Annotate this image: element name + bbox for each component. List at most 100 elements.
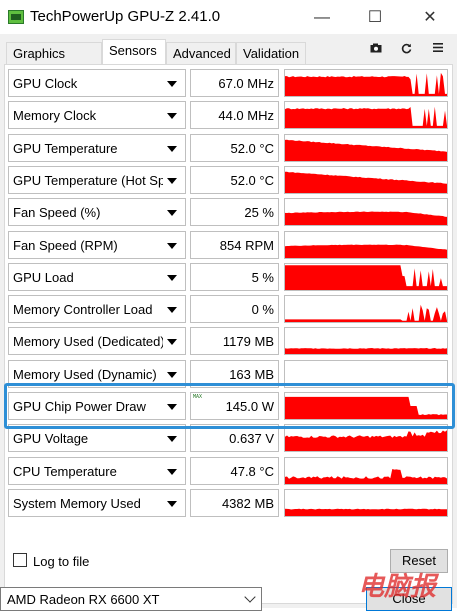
sensor-value: 0 %	[251, 302, 274, 317]
sensor-value-box: 52.0 °C	[190, 166, 279, 194]
sensor-name-dropdown[interactable]: GPU Temperature	[8, 134, 186, 162]
tab-advanced[interactable]: Advanced	[166, 42, 236, 64]
sensor-name-dropdown[interactable]: System Memory Used	[8, 489, 186, 517]
dropdown-arrow-icon	[167, 501, 177, 507]
sensor-row: Fan Speed (%) 25 %	[8, 198, 448, 226]
sensor-graph-area	[285, 304, 447, 322]
sensor-graph-svg	[285, 244, 447, 258]
sensor-value-box: 25 %	[190, 198, 279, 226]
sensor-name: GPU Temperature (Hot Spot)	[13, 173, 163, 188]
sensor-graph-svg	[285, 508, 447, 516]
sensor-value-box: 1179 MB	[190, 327, 279, 355]
sensor-name-dropdown[interactable]: Fan Speed (RPM)	[8, 231, 186, 259]
sensor-value-box: 5 %	[190, 263, 279, 291]
dropdown-arrow-icon	[167, 469, 177, 475]
sensor-graph	[284, 101, 448, 129]
sensor-name-dropdown[interactable]: Memory Controller Load	[8, 295, 186, 323]
minimize-button[interactable]: —	[302, 6, 342, 30]
sensor-row: GPU Load 5 %	[8, 263, 448, 291]
sensor-value: 0.637 V	[229, 431, 274, 446]
sensor-name: GPU Load	[13, 270, 74, 285]
menu-icon[interactable]	[428, 43, 448, 59]
sensor-value: 4382 MB	[221, 496, 274, 511]
sensor-graph-area	[285, 106, 447, 128]
sensor-graph-svg	[285, 139, 447, 161]
sensor-graph-area	[285, 171, 447, 193]
dropdown-arrow-icon	[167, 81, 177, 87]
sensor-graph-svg	[285, 211, 447, 225]
sensor-name-dropdown[interactable]: GPU Load	[8, 263, 186, 291]
sensor-name: Memory Used (Dedicated)	[13, 334, 163, 349]
sensor-graph	[284, 263, 448, 291]
sensor-graph	[284, 134, 448, 162]
sensor-graph-area	[285, 211, 447, 225]
tab-graphics-card[interactable]: Graphics Card	[6, 42, 102, 83]
sensor-graph-area	[285, 72, 447, 96]
sensor-name-dropdown[interactable]: Memory Used (Dedicated)	[8, 327, 186, 355]
sensor-value-box: 67.0 MHz	[190, 69, 279, 97]
sensor-value: 47.8 °C	[230, 464, 274, 479]
sensor-name-dropdown[interactable]: GPU Temperature (Hot Spot)	[8, 166, 186, 194]
sensor-name: Memory Controller Load	[13, 302, 153, 317]
maximize-button[interactable]: ☐	[355, 6, 395, 30]
dropdown-arrow-icon	[167, 113, 177, 119]
dropdown-arrow-icon	[167, 275, 177, 281]
dropdown-arrow-icon	[167, 436, 177, 442]
sensor-name: System Memory Used	[13, 496, 141, 511]
sensor-name: GPU Voltage	[13, 431, 89, 446]
sensor-graph	[284, 69, 448, 97]
sensor-value-box: 47.8 °C	[190, 457, 279, 485]
dropdown-arrow-icon	[167, 178, 177, 184]
sensor-name: GPU Temperature	[13, 141, 118, 156]
sensor-name-dropdown[interactable]: Memory Clock	[8, 101, 186, 129]
sensor-row: Memory Used (Dedicated) 1179 MB	[8, 327, 448, 355]
dropdown-arrow-icon	[167, 339, 177, 345]
log-to-file-label: Log to file	[33, 554, 90, 569]
sensor-name: CPU Temperature	[13, 464, 117, 479]
sensor-graph-area	[285, 508, 447, 516]
sensor-name-dropdown[interactable]: CPU Temperature	[8, 457, 186, 485]
sensor-graph-svg	[285, 265, 447, 290]
sensor-row: GPU Temperature 52.0 °C	[8, 134, 448, 162]
sensor-row: System Memory Used 4382 MB	[8, 489, 448, 517]
sensor-name: Memory Clock	[13, 108, 97, 123]
sensor-value: 25 %	[244, 205, 274, 220]
sensor-graph	[284, 327, 448, 355]
sensor-graph	[284, 198, 448, 226]
sensor-value-box: 854 RPM	[190, 231, 279, 259]
camera-icon[interactable]	[366, 43, 386, 59]
sensor-value: 44.0 MHz	[218, 108, 274, 123]
sensor-graph-area	[285, 469, 447, 484]
sensor-name-dropdown[interactable]: GPU Clock	[8, 69, 186, 97]
sensor-graph	[284, 489, 448, 517]
sensor-graph	[284, 457, 448, 485]
sensor-row: CPU Temperature 47.8 °C	[8, 457, 448, 485]
sensor-value-box: 0 %	[190, 295, 279, 323]
sensor-name-dropdown[interactable]: Fan Speed (%)	[8, 198, 186, 226]
sensor-graph	[284, 231, 448, 259]
tab-sensors[interactable]: Sensors	[102, 39, 166, 65]
sensor-graph-svg	[285, 171, 447, 193]
device-select[interactable]: AMD Radeon RX 6600 XT	[0, 587, 262, 611]
log-to-file-checkbox[interactable]	[13, 553, 27, 567]
tab-validation[interactable]: Validation	[236, 42, 306, 64]
dropdown-arrow-icon	[167, 372, 177, 378]
sensor-graph-svg	[285, 304, 447, 322]
device-select-value: AMD Radeon RX 6600 XT	[7, 592, 160, 607]
refresh-icon[interactable]	[396, 43, 416, 59]
sensor-graph-area	[285, 244, 447, 258]
close-window-button[interactable]: ✕	[410, 6, 450, 30]
sensor-value-box: 4382 MB	[190, 489, 279, 517]
sensor-graph	[284, 295, 448, 323]
window-title: TechPowerUp GPU-Z 2.41.0	[30, 8, 221, 25]
dropdown-arrow-icon	[167, 243, 177, 249]
sensor-graph-area	[285, 139, 447, 161]
sensor-graph-area	[285, 430, 447, 451]
sensor-graph	[284, 166, 448, 194]
watermark: 电脑报	[358, 572, 437, 602]
sensor-row: GPU Clock 67.0 MHz	[8, 69, 448, 97]
sensor-value: 52.0 °C	[230, 173, 274, 188]
sensor-graph-svg	[285, 469, 447, 484]
sensor-value-box: 52.0 °C	[190, 134, 279, 162]
sensor-row: Memory Clock 44.0 MHz	[8, 101, 448, 129]
